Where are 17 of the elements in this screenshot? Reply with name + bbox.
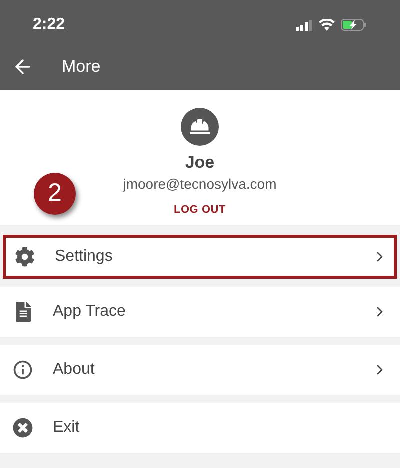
battery-icon: [341, 19, 367, 31]
menu-item[interactable]: App Trace: [0, 287, 400, 337]
avatar-icon: [181, 108, 219, 146]
status-time: 2:22: [33, 15, 66, 35]
header-title: More: [62, 56, 101, 78]
menu-item[interactable]: Settings: [3, 235, 397, 279]
user-email: jmoore@tecnosylva.com: [123, 176, 277, 192]
document-icon: [14, 302, 32, 322]
signal-icon: [296, 20, 313, 30]
close-icon: [13, 418, 33, 438]
info-icon: [12, 359, 34, 381]
logout-button[interactable]: LOG OUT: [174, 202, 226, 218]
menu-item[interactable]: Exit: [0, 403, 400, 453]
user-name: Joe: [185, 152, 215, 174]
menu-item[interactable]: About: [0, 345, 400, 395]
wifi-icon: [319, 19, 335, 31]
gear-icon: [15, 247, 35, 267]
